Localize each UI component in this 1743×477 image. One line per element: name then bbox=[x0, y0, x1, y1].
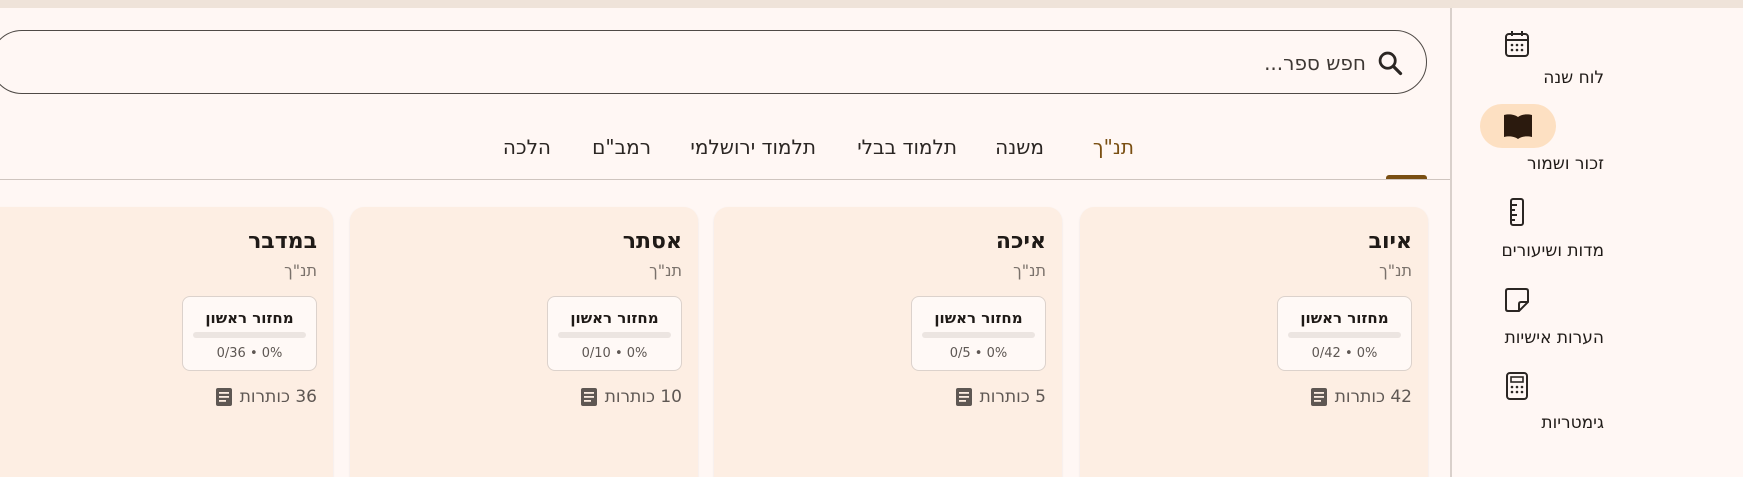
book-title: במדבר bbox=[248, 229, 317, 254]
tab-halacha[interactable]: הלכה bbox=[503, 135, 551, 159]
chapter-count: 42 כותרות bbox=[1310, 387, 1412, 407]
book-category: תנ"ך bbox=[1379, 261, 1412, 280]
progress-bar bbox=[558, 332, 671, 338]
book-category: תנ"ך bbox=[649, 261, 682, 280]
category-tabs: תנ"ך משנה תלמוד בבלי תלמוד ירושלמי רמב"ם… bbox=[0, 120, 1450, 180]
navigation-rail: לוח שנה זכור ושמור מדות ושיעורים הערות א… bbox=[1450, 8, 1743, 477]
tab-mishnah[interactable]: משנה bbox=[995, 135, 1044, 159]
ruler-icon bbox=[1492, 194, 1542, 230]
tab-talmud-yerushalmi[interactable]: תלמוד ירושלמי bbox=[690, 135, 816, 159]
tab-rambam[interactable]: רמב"ם bbox=[592, 135, 651, 159]
book-card[interactable]: איוב תנ"ך מחזור ראשון 0/42 • 0% 42 כותרו… bbox=[1080, 207, 1428, 477]
progress-stats: 0/36 • 0% bbox=[216, 346, 283, 361]
chapter-count: 5 כותרות bbox=[955, 387, 1046, 407]
book-icon bbox=[1480, 104, 1556, 148]
chapter-count-text: 10 כותרות bbox=[604, 387, 682, 407]
rail-label-gematria: גימטריות bbox=[1541, 413, 1604, 433]
cycle-label: מחזור ראשון bbox=[934, 309, 1023, 327]
cycle-label: מחזור ראשון bbox=[1300, 309, 1389, 327]
cycle-progress-box[interactable]: מחזור ראשון 0/42 • 0% bbox=[1277, 296, 1412, 371]
progress-bar bbox=[922, 332, 1035, 338]
document-icon bbox=[580, 388, 597, 406]
book-title: איכה bbox=[995, 229, 1046, 254]
book-category: תנ"ך bbox=[284, 261, 317, 280]
rail-label-zachor: זכור ושמור bbox=[1527, 154, 1604, 174]
tab-tanakh[interactable]: תנ"ך bbox=[1093, 135, 1134, 159]
cycle-progress-box[interactable]: מחזור ראשון 0/36 • 0% bbox=[182, 296, 317, 371]
rail-label-notes: הערות אישיות bbox=[1504, 328, 1604, 348]
chapter-count: 36 כותרות bbox=[215, 387, 317, 407]
progress-stats: 0/5 • 0% bbox=[949, 346, 1008, 361]
cycle-label: מחזור ראשון bbox=[570, 309, 659, 327]
chapter-count: 10 כותרות bbox=[580, 387, 682, 407]
book-card[interactable]: במדבר תנ"ך מחזור ראשון 0/36 • 0% 36 כותר… bbox=[0, 207, 333, 477]
cycle-label: מחזור ראשון bbox=[205, 309, 294, 327]
top-strip bbox=[0, 0, 1743, 8]
rail-label-measures: מדות ושיעורים bbox=[1501, 241, 1604, 261]
calendar-icon bbox=[1492, 26, 1542, 62]
chapter-count-text: 5 כותרות bbox=[979, 387, 1046, 407]
book-category: תנ"ך bbox=[1013, 261, 1046, 280]
calculator-icon bbox=[1492, 368, 1542, 404]
tabs-divider bbox=[0, 179, 1450, 180]
progress-bar bbox=[193, 332, 306, 338]
progress-stats: 0/42 • 0% bbox=[1311, 346, 1378, 361]
search-icon[interactable] bbox=[1376, 49, 1404, 77]
rail-label-calendar: לוח שנה bbox=[1543, 68, 1604, 88]
chapter-count-text: 42 כותרות bbox=[1334, 387, 1412, 407]
cycle-progress-box[interactable]: מחזור ראשון 0/5 • 0% bbox=[911, 296, 1046, 371]
document-icon bbox=[955, 388, 972, 406]
progress-bar bbox=[1288, 332, 1401, 338]
note-icon bbox=[1492, 282, 1542, 318]
progress-stats: 0/10 • 0% bbox=[581, 346, 648, 361]
book-card[interactable]: איכה תנ"ך מחזור ראשון 0/5 • 0% 5 כותרות bbox=[714, 207, 1062, 477]
cycle-progress-box[interactable]: מחזור ראשון 0/10 • 0% bbox=[547, 296, 682, 371]
search-bar[interactable] bbox=[0, 30, 1427, 94]
book-card[interactable]: אסתר תנ"ך מחזור ראשון 0/10 • 0% 10 כותרו… bbox=[350, 207, 698, 477]
book-title: אסתר bbox=[622, 229, 682, 254]
chapter-count-text: 36 כותרות bbox=[239, 387, 317, 407]
book-title: איוב bbox=[1368, 229, 1412, 254]
document-icon bbox=[1310, 388, 1327, 406]
tab-talmud-bavli[interactable]: תלמוד בבלי bbox=[857, 135, 957, 159]
document-icon bbox=[215, 388, 232, 406]
search-input[interactable] bbox=[66, 45, 1366, 81]
